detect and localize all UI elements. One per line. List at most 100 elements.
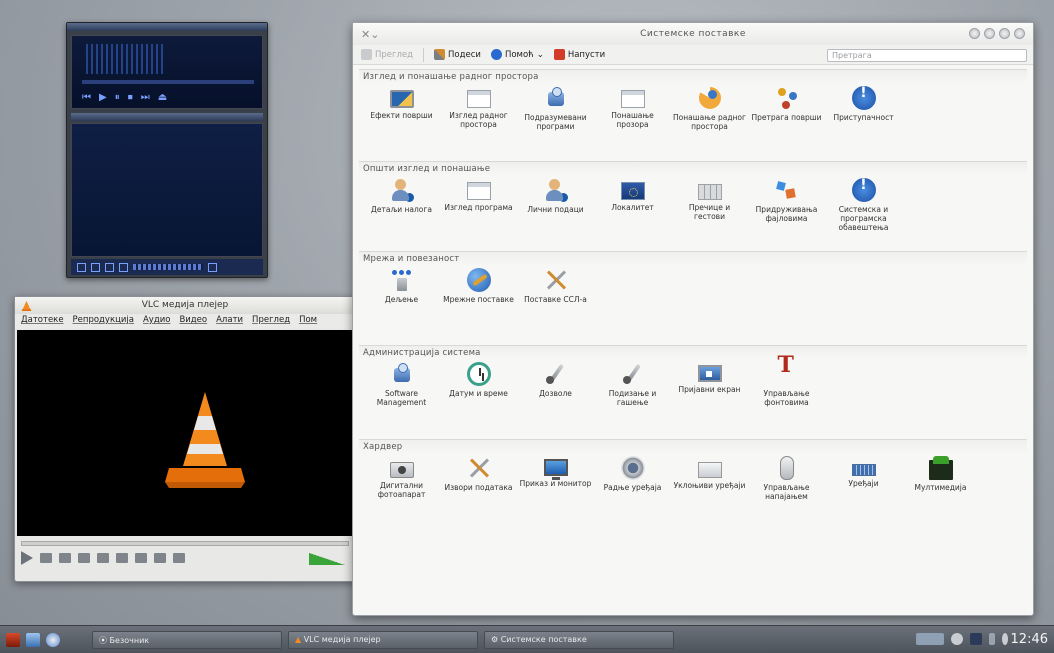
- vlc-prev-icon[interactable]: [40, 553, 52, 563]
- search-input[interactable]: Претрага: [827, 49, 1027, 62]
- settings-module[interactable]: Ефекти површи: [363, 84, 440, 164]
- playlist-titlebar[interactable]: [71, 113, 263, 121]
- network-icon[interactable]: [970, 633, 982, 645]
- player-titlebar[interactable]: [67, 23, 267, 31]
- settings-module[interactable]: Претрага површи: [748, 84, 825, 164]
- prev-icon[interactable]: ⏮: [82, 92, 91, 103]
- file-manager-icon[interactable]: [26, 632, 40, 647]
- pause-icon[interactable]: ⏸: [115, 92, 120, 103]
- next-icon[interactable]: ⏭: [141, 92, 150, 103]
- vlc-menu-video[interactable]: Видео: [179, 315, 207, 327]
- stop-icon[interactable]: ⏹: [128, 92, 133, 103]
- play-icon[interactable]: ▶: [99, 92, 107, 103]
- task-item-vlc[interactable]: ▲ VLC медија плејер: [288, 631, 478, 649]
- module-label: Радње уређаја: [603, 483, 662, 492]
- settings-module[interactable]: Подразумевани програми: [517, 84, 594, 164]
- media-player-window[interactable]: ⏮ ▶ ⏸ ⏹ ⏭ ⏏: [66, 22, 268, 278]
- module-label: Мрежне поставке: [443, 295, 514, 304]
- close-icon[interactable]: [1014, 28, 1025, 39]
- settings-module[interactable]: Дигитални фотоапарат: [363, 454, 440, 534]
- settings-module[interactable]: Придруживања фајловима: [748, 176, 825, 256]
- settings-content: Изглед и понашање радног простора Ефекти …: [359, 69, 1027, 609]
- settings-module[interactable]: Извори података: [440, 454, 517, 534]
- settings-module[interactable]: Понашање прозора: [594, 84, 671, 164]
- settings-module[interactable]: Лични подаци: [517, 176, 594, 256]
- vlc-extended-icon[interactable]: [116, 553, 128, 563]
- settings-module[interactable]: Подизање и гашење: [594, 360, 671, 440]
- vlc-menu-playback[interactable]: Репродукција: [73, 315, 134, 327]
- settings-module[interactable]: Поставке ССЛ-а: [517, 266, 594, 346]
- vlc-volume-slider[interactable]: [309, 553, 345, 565]
- vlc-next-icon[interactable]: [78, 553, 90, 563]
- configure-button[interactable]: Подеси: [434, 49, 481, 60]
- info-icon: [851, 86, 876, 110]
- settings-module[interactable]: Изглед програма: [440, 176, 517, 256]
- settings-module[interactable]: Управљање напајањем: [748, 454, 825, 534]
- remove-icon[interactable]: [91, 262, 100, 272]
- eject-icon[interactable]: ⏏: [158, 92, 167, 103]
- vlc-playlist-icon[interactable]: [135, 553, 147, 563]
- system-settings-window[interactable]: ✕⌄ Системске поставке Преглед Подеси Пом…: [352, 22, 1034, 616]
- settings-module[interactable]: Уклоњиви уређаји: [671, 454, 748, 534]
- settings-module[interactable]: Управљање фонтовима: [748, 360, 825, 440]
- overview-label: Преглед: [375, 49, 414, 60]
- vlc-menu-help[interactable]: Пом: [299, 315, 317, 327]
- select-icon[interactable]: [105, 262, 114, 272]
- settings-module[interactable]: Локалитет: [594, 176, 671, 256]
- vlc-menu-tools[interactable]: Алати: [216, 315, 243, 327]
- settings-module[interactable]: Понашање радног простора: [671, 84, 748, 164]
- settings-module[interactable]: Приказ и монитор: [517, 454, 594, 534]
- settings-titlebar[interactable]: ✕⌄ Системске поставке: [353, 23, 1033, 45]
- vlc-menu-view[interactable]: Преглед: [252, 315, 290, 327]
- minimize-icon[interactable]: [984, 28, 995, 39]
- tray-arrow-icon[interactable]: [989, 633, 995, 645]
- list-icon[interactable]: [208, 262, 217, 272]
- vlc-video-area[interactable]: [17, 330, 353, 536]
- settings-module[interactable]: Мрежне поставке: [440, 266, 517, 346]
- vlc-play-icon[interactable]: [21, 551, 33, 565]
- dropdown-arrow-icon[interactable]: ⌄: [537, 50, 544, 60]
- add-icon[interactable]: [77, 262, 86, 272]
- settings-module[interactable]: Software Management: [363, 360, 440, 440]
- task-item-settings[interactable]: ⚙ Системске поставке: [484, 631, 674, 649]
- vlc-seekbar[interactable]: [21, 541, 349, 546]
- help-window-icon[interactable]: [969, 28, 980, 39]
- module-label: Software Management: [376, 389, 427, 407]
- vlc-shuffle-icon[interactable]: [173, 553, 185, 563]
- settings-module[interactable]: Датум и време: [440, 360, 517, 440]
- settings-module[interactable]: Радње уређаја: [594, 454, 671, 534]
- settings-module[interactable]: Системска и програмска обавештења: [825, 176, 902, 256]
- quit-label: Напусти: [567, 49, 606, 60]
- task-item-0[interactable]: ⦿ Безочник: [92, 631, 282, 649]
- quit-button[interactable]: Напусти: [553, 49, 606, 60]
- settings-module[interactable]: Дозволе: [517, 360, 594, 440]
- volume-icon[interactable]: [951, 633, 963, 645]
- pager-icon[interactable]: [916, 633, 944, 645]
- settings-module[interactable]: Приступачност: [825, 84, 902, 164]
- settings-module[interactable]: Дељење: [363, 266, 440, 346]
- settings-module[interactable]: Пречице и гестови: [671, 176, 748, 256]
- maximize-icon[interactable]: [999, 28, 1010, 39]
- module-label: Дељење: [384, 295, 419, 304]
- help-button[interactable]: Помоћ ⌄: [490, 49, 544, 60]
- vlc-menu-media[interactable]: Датотеке: [21, 315, 64, 327]
- playlist-panel[interactable]: [71, 123, 263, 257]
- misc-icon[interactable]: [119, 262, 128, 272]
- overview-button[interactable]: Преглед: [361, 49, 413, 60]
- settings-module[interactable]: Пријавни екран: [671, 360, 748, 440]
- browser-icon[interactable]: [46, 632, 60, 647]
- vlc-stop-icon[interactable]: [59, 553, 71, 563]
- settings-module[interactable]: Мултимедија: [902, 454, 979, 534]
- settings-module[interactable]: Детаљи налога: [363, 176, 440, 256]
- clock[interactable]: 12:46: [1011, 632, 1048, 647]
- player-seekbar[interactable]: [82, 80, 254, 84]
- vlc-window[interactable]: VLC медија плејер Датотеке Репродукција …: [14, 296, 356, 582]
- vlc-menu-audio[interactable]: Аудио: [143, 315, 170, 327]
- vlc-titlebar[interactable]: VLC медија плејер: [15, 297, 355, 314]
- settings-module[interactable]: Изглед радног простора: [440, 84, 517, 164]
- settings-module[interactable]: Уређаји: [825, 454, 902, 534]
- vlc-fullscreen-icon[interactable]: [97, 553, 109, 563]
- vlc-loop-icon[interactable]: [154, 553, 166, 563]
- notifications-icon[interactable]: [1002, 633, 1008, 645]
- app-launcher-icon[interactable]: [6, 632, 20, 647]
